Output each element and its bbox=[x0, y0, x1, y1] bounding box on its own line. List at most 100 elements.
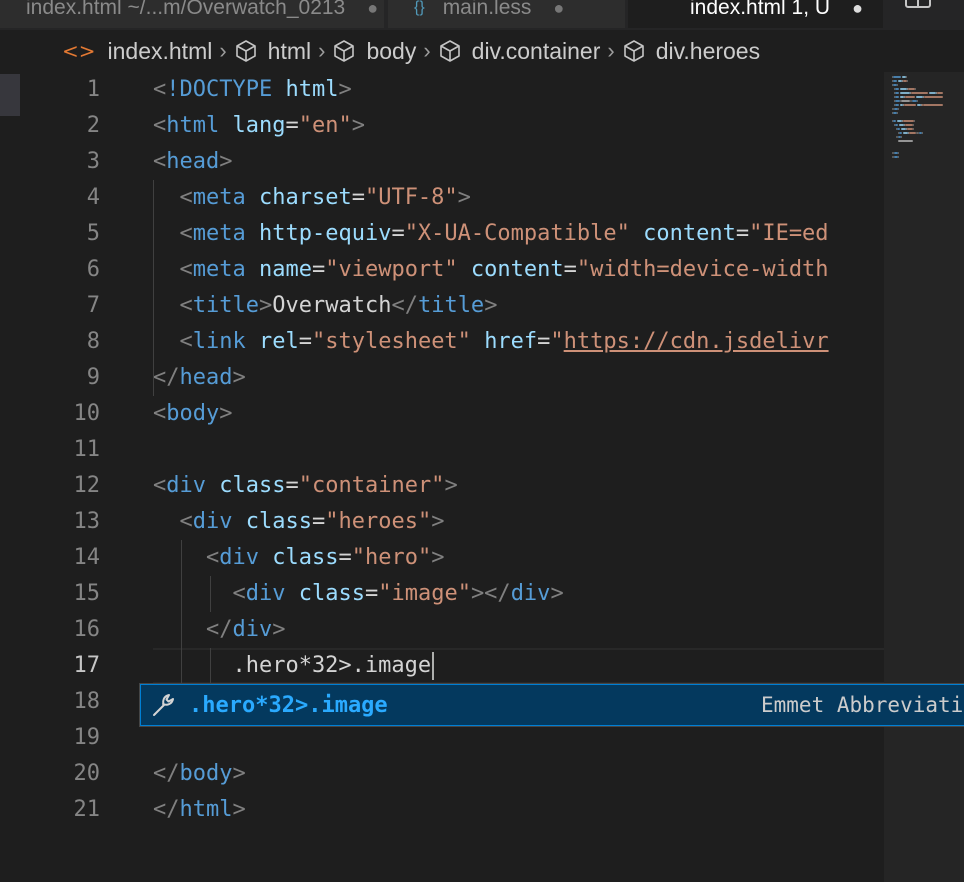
minimap-token bbox=[893, 80, 897, 82]
minimap-token bbox=[906, 76, 907, 78]
code-token: > bbox=[484, 293, 498, 318]
code-token: head bbox=[179, 365, 233, 390]
suggestion-item[interactable]: .hero*32>.image Emmet Abbreviation bbox=[140, 684, 964, 726]
code-token: = bbox=[311, 509, 326, 534]
line-number: 8 bbox=[86, 329, 100, 354]
breadcrumb-item-html[interactable]: html bbox=[234, 38, 311, 65]
code-token: meta bbox=[192, 257, 246, 282]
code-token: = bbox=[298, 329, 312, 354]
code-token: = bbox=[537, 329, 551, 354]
minimap-token bbox=[905, 96, 915, 98]
code-token: "X-UA-Compatible" bbox=[404, 221, 630, 246]
split-editor-icon[interactable] bbox=[905, 0, 931, 8]
tab-index-html-other[interactable]: index.html ~/...m/Overwatch_0213 ● bbox=[0, 0, 385, 28]
line-number: 20 bbox=[73, 761, 101, 786]
symbol-cube-icon bbox=[623, 40, 644, 62]
code-token: > bbox=[219, 149, 233, 174]
breadcrumb-label: html bbox=[267, 37, 312, 64]
unsaved-dot-icon[interactable]: ● bbox=[553, 0, 564, 19]
minimap-token bbox=[903, 120, 914, 122]
tab-index-html-active[interactable]: index.html 1, U ● bbox=[628, 0, 884, 28]
minimap-token bbox=[937, 92, 943, 94]
unsaved-dot-icon[interactable]: ● bbox=[367, 0, 378, 19]
code-line[interactable]: 12 <div class="container"> bbox=[0, 468, 884, 504]
code-text: <meta charset="UTF-8"> bbox=[153, 180, 471, 216]
code-editor[interactable]: 1 <!DOCTYPE html> 2 <html lang="en"> 3 <head>… bbox=[0, 72, 884, 882]
html-file-icon: <> bbox=[62, 39, 96, 63]
line-number: 7 bbox=[86, 293, 100, 318]
line-number: 18 bbox=[73, 689, 101, 714]
code-text: <div class="hero"> bbox=[153, 540, 444, 576]
code-line[interactable]: 5 <meta http-equiv="X-UA-Compatible" con… bbox=[0, 216, 884, 252]
code-line[interactable]: 9 </head> bbox=[0, 360, 884, 396]
minimap[interactable] bbox=[884, 72, 964, 882]
code-token: href bbox=[484, 329, 538, 354]
minimap-token bbox=[913, 124, 914, 126]
breadcrumb-item-body[interactable]: body bbox=[332, 38, 416, 65]
code-text: </html> bbox=[153, 792, 246, 828]
code-line[interactable]: 3 <head> bbox=[0, 144, 884, 180]
code-token: class bbox=[245, 509, 312, 534]
code-token: </ bbox=[205, 617, 233, 642]
tab-bar: index.html ~/...m/Overwatch_0213 ● {} ma… bbox=[0, 0, 964, 30]
code-line[interactable]: 13 <div class="heroes"> bbox=[0, 504, 884, 540]
tab-label: index.html 1, U bbox=[690, 0, 831, 19]
code-token: lang bbox=[232, 113, 286, 138]
minimap-token bbox=[895, 92, 899, 94]
breadcrumb-item-heroes[interactable]: div.heroes bbox=[622, 38, 760, 65]
code-token: < bbox=[232, 581, 246, 606]
code-text: </body> bbox=[153, 756, 246, 792]
code-text: .hero*32>.image bbox=[153, 648, 435, 684]
code-line[interactable]: 16 </div> bbox=[0, 612, 884, 648]
code-token: body bbox=[179, 761, 233, 786]
breadcrumb-item-container[interactable]: div.container bbox=[438, 38, 600, 65]
code-line[interactable]: 8 <link rel="stylesheet" href="https://c… bbox=[0, 324, 884, 360]
minimap-token bbox=[899, 132, 902, 134]
code-token: = bbox=[338, 545, 352, 570]
code-line[interactable]: 7 <title>Overwatch</title> bbox=[0, 288, 884, 324]
line-number: 13 bbox=[73, 509, 101, 534]
code-token: div bbox=[166, 473, 206, 498]
minimap-token bbox=[905, 124, 913, 126]
tab-label: main.less bbox=[442, 0, 532, 19]
code-token: > bbox=[431, 545, 445, 570]
code-line[interactable]: 2 <html lang="en"> bbox=[0, 108, 884, 144]
code-token: title bbox=[192, 293, 259, 318]
code-token: html bbox=[179, 797, 233, 822]
line-number: 3 bbox=[86, 149, 100, 174]
suggestion-detail: Emmet Abbreviation bbox=[761, 693, 964, 717]
code-line[interactable]: 1 <!DOCTYPE html> bbox=[0, 72, 884, 108]
code-token: > bbox=[431, 509, 445, 534]
unsaved-dot-icon[interactable]: ● bbox=[852, 0, 863, 19]
code-line[interactable]: 15 <div class="image"></div> bbox=[0, 576, 884, 612]
line-number: 17 bbox=[73, 653, 101, 678]
symbol-cube-icon bbox=[235, 40, 256, 62]
code-token: > bbox=[232, 365, 246, 390]
code-text: <div class="container"> bbox=[153, 468, 458, 504]
wrench-icon bbox=[153, 694, 174, 716]
code-token: > bbox=[232, 797, 246, 822]
line-number: 9 bbox=[86, 365, 100, 390]
code-token: < bbox=[153, 77, 167, 102]
code-line[interactable]: 6 <meta name="viewport" content="width=d… bbox=[0, 252, 884, 288]
code-token: div bbox=[510, 581, 551, 606]
code-token: </ bbox=[153, 365, 180, 390]
code-line[interactable]: 21 </html> bbox=[0, 792, 884, 828]
code-line[interactable]: 11 bbox=[0, 432, 884, 468]
breadcrumb-file[interactable]: <> index.html bbox=[62, 38, 212, 65]
code-token: = bbox=[351, 185, 365, 210]
code-line[interactable]: 20 </body> bbox=[0, 756, 884, 792]
code-line[interactable]: 4 <meta charset="UTF-8"> bbox=[0, 180, 884, 216]
code-line[interactable]: 17 .hero*32>.image bbox=[0, 648, 884, 684]
code-text: <body> bbox=[153, 396, 232, 432]
tab-main-less[interactable]: {} main.less ● bbox=[388, 0, 626, 28]
code-line[interactable]: 10 <body> bbox=[0, 396, 884, 432]
code-line[interactable]: 14 <div class="hero"> bbox=[0, 540, 884, 576]
code-token: < bbox=[179, 293, 193, 318]
